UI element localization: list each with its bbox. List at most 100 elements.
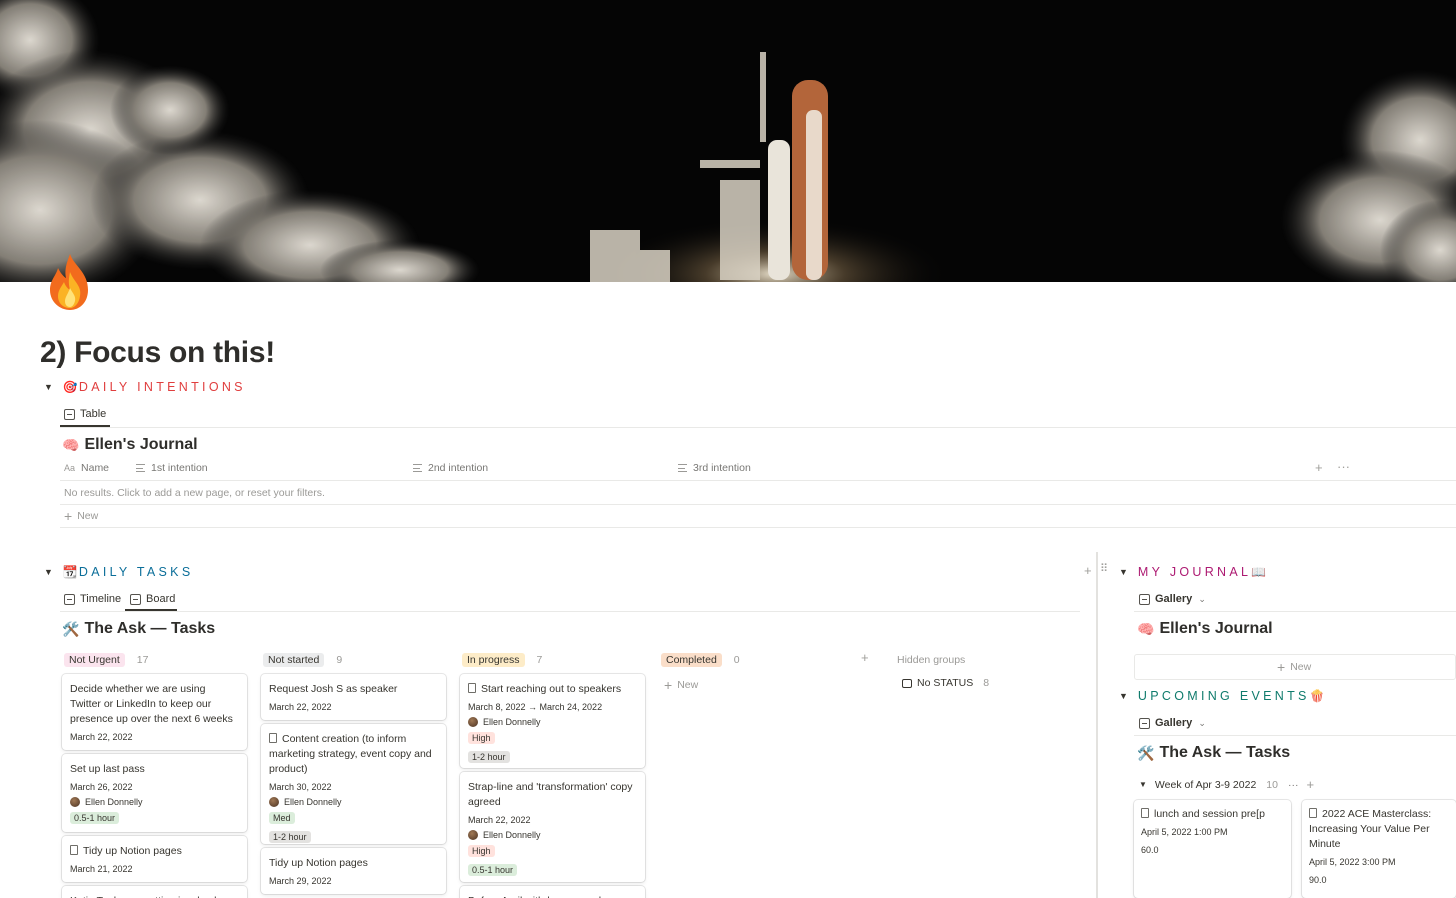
toggle-arrow-icon[interactable]: ▼ — [1139, 780, 1147, 789]
column-header-label: Name — [81, 462, 110, 474]
text-lines-icon — [413, 464, 422, 472]
plus-icon: + — [1277, 659, 1286, 675]
no-status-label: No STATUS — [917, 677, 974, 689]
tools-icon: 🛠️ — [62, 620, 80, 637]
week-group-header[interactable]: ▼ Week of Apr 3-9 2022 10 ··· + — [1139, 777, 1314, 792]
db-title-label: The Ask — Tasks — [1159, 744, 1291, 761]
add-column-icon[interactable]: + — [1315, 460, 1323, 475]
board-card[interactable]: Tidy up Notion pages March 29, 2022 — [261, 848, 446, 894]
divider — [60, 480, 1456, 481]
drag-handle-icon[interactable]: ⠿ — [1100, 562, 1108, 575]
target-icon: 🎯 — [62, 380, 78, 394]
card-title-text: Set up last pass — [70, 763, 145, 775]
page-icon — [70, 845, 78, 855]
db-title-upcoming-events[interactable]: 🛠️ The Ask — Tasks — [1137, 744, 1290, 762]
new-card-button[interactable]: + New — [1277, 659, 1311, 675]
board-card[interactable]: Tidy up Notion pages March 21, 2022 — [62, 836, 247, 882]
daily-tasks-toggle[interactable]: ▼ 📆 DAILY TASKS — [44, 565, 193, 579]
event-duration: 90.0 — [1309, 875, 1327, 885]
tab-timeline[interactable]: Timeline — [64, 589, 121, 609]
table-icon — [64, 408, 75, 420]
plus-icon: + — [64, 508, 73, 524]
gallery-view-dropdown[interactable]: Gallery ⌄ — [1139, 713, 1206, 733]
column-header-label: 3rd intention — [693, 462, 751, 474]
board-card[interactable]: Content creation (to inform marketing st… — [261, 724, 446, 844]
avatar — [468, 830, 478, 840]
new-card-button[interactable]: + New — [664, 678, 699, 692]
add-group-icon[interactable]: + — [861, 650, 869, 665]
column-header-2nd-intention[interactable]: 2nd intention — [413, 462, 488, 474]
board-group-header[interactable]: Not started 9 — [263, 653, 342, 667]
card-title-text: Content creation (to inform marketing st… — [269, 733, 432, 775]
group-count: 17 — [136, 654, 149, 666]
card-assignee: Ellen Donnelly — [269, 797, 438, 807]
upcoming-events-toggle[interactable]: ▼ UPCOMING EVENTS 🍿 — [1119, 689, 1326, 703]
assignee-name: Ellen Donnelly — [483, 717, 541, 727]
card-title: Set up last pass — [70, 762, 239, 777]
hidden-group-no-status[interactable]: No STATUS 8 — [902, 677, 989, 689]
gallery-label: Gallery — [1155, 717, 1193, 729]
status-pill: Not started — [263, 653, 325, 667]
divider — [60, 611, 1080, 612]
db-title-the-ask-tasks[interactable]: 🛠️ The Ask — Tasks — [62, 620, 215, 638]
daily-intentions-toggle[interactable]: ▼ 🎯 DAILY INTENTIONS — [44, 380, 246, 394]
gallery-view-dropdown[interactable]: Gallery ⌄ — [1139, 589, 1206, 609]
card-tag: 0.5-1 hour — [70, 812, 120, 824]
group-count: 0 — [733, 654, 740, 666]
toggle-arrow-icon[interactable]: ▼ — [44, 382, 53, 392]
column-separator[interactable] — [1096, 552, 1098, 898]
inbox-icon — [902, 678, 912, 688]
card-title: Request Josh S as speaker — [269, 682, 438, 697]
my-journal-toggle[interactable]: ▼ MY JOURNAL 📖 — [1119, 565, 1267, 579]
board-card[interactable]: Request Josh S as speaker March 22, 2022 — [261, 674, 446, 720]
board-card[interactable]: Decide whether we are using Twitter or L… — [62, 674, 247, 750]
tab-table-label: Table — [80, 408, 107, 420]
new-row-button[interactable]: + New — [64, 508, 98, 524]
divider — [60, 504, 1456, 505]
more-options-icon[interactable]: ··· — [1288, 779, 1299, 791]
tab-table[interactable]: Table — [64, 404, 106, 424]
tab-board[interactable]: Board — [130, 589, 175, 609]
board-card[interactable]: Start reaching out to speakers March 8, 2… — [460, 674, 645, 768]
toggle-arrow-icon[interactable]: ▼ — [44, 567, 53, 577]
event-card[interactable]: 2022 ACE Masterclass: Increasing Your Va… — [1302, 800, 1456, 898]
toggle-arrow-icon[interactable]: ▼ — [1119, 567, 1128, 577]
event-title: 2022 ACE Masterclass: Increasing Your Va… — [1309, 807, 1449, 852]
card-tag: High — [468, 732, 495, 744]
more-options-icon[interactable]: ··· — [1337, 459, 1350, 474]
board-card[interactable]: Strap-line and 'transformation' copy agr… — [460, 772, 645, 882]
column-header-1st-intention[interactable]: 1st intention — [136, 462, 208, 474]
page-title: 2) Focus on this! — [40, 336, 275, 369]
board-group-header[interactable]: In progress 7 — [462, 653, 542, 667]
add-block-icon[interactable]: + — [1084, 563, 1092, 578]
new-label: New — [677, 679, 699, 691]
card-tag: 0.5-1 hour — [468, 864, 518, 876]
daily-tasks-heading: DAILY TASKS — [78, 565, 194, 579]
column-header-3rd-intention[interactable]: 3rd intention — [678, 462, 751, 474]
card-assignee: Ellen Donnelly — [468, 830, 637, 840]
add-icon[interactable]: + — [1306, 777, 1314, 792]
board-card[interactable]: Katie Tucker re getting involved — [62, 886, 247, 898]
divider — [1134, 611, 1456, 612]
board-card[interactable]: Before April withdraw enough — [460, 886, 645, 898]
divider — [60, 527, 1456, 528]
empty-table-message[interactable]: No results. Click to add a new page, or … — [64, 487, 325, 499]
gallery-new-card[interactable]: + New — [1134, 654, 1456, 680]
column-header-name[interactable]: Aa Name — [64, 462, 109, 474]
card-date: March 22, 2022 — [269, 702, 332, 712]
fire-icon[interactable] — [44, 252, 96, 312]
db-title-ellens-journal[interactable]: 🧠 Ellen's Journal — [62, 436, 198, 454]
assignee-name: Ellen Donnelly — [483, 830, 541, 840]
board-card[interactable]: Set up last pass March 26, 2022 Ellen Donn… — [62, 754, 247, 832]
db-title-my-journal[interactable]: 🧠 Ellen's Journal — [1137, 620, 1273, 638]
card-title: Tidy up Notion pages — [70, 844, 239, 859]
card-title-text: Strap-line and 'transformation' copy agr… — [468, 781, 633, 808]
board-group-header[interactable]: Completed 0 — [661, 653, 740, 667]
db-title-label: The Ask — Tasks — [84, 620, 216, 637]
card-assignee: Ellen Donnelly — [468, 717, 637, 727]
event-card[interactable]: lunch and session pre[p April 5, 2022 1:0… — [1134, 800, 1291, 898]
toggle-arrow-icon[interactable]: ▼ — [1119, 691, 1128, 701]
board-group-header[interactable]: Not Urgent 17 — [64, 653, 148, 667]
assignee-name: Ellen Donnelly — [85, 797, 143, 807]
card-title: Start reaching out to speakers — [468, 682, 637, 697]
